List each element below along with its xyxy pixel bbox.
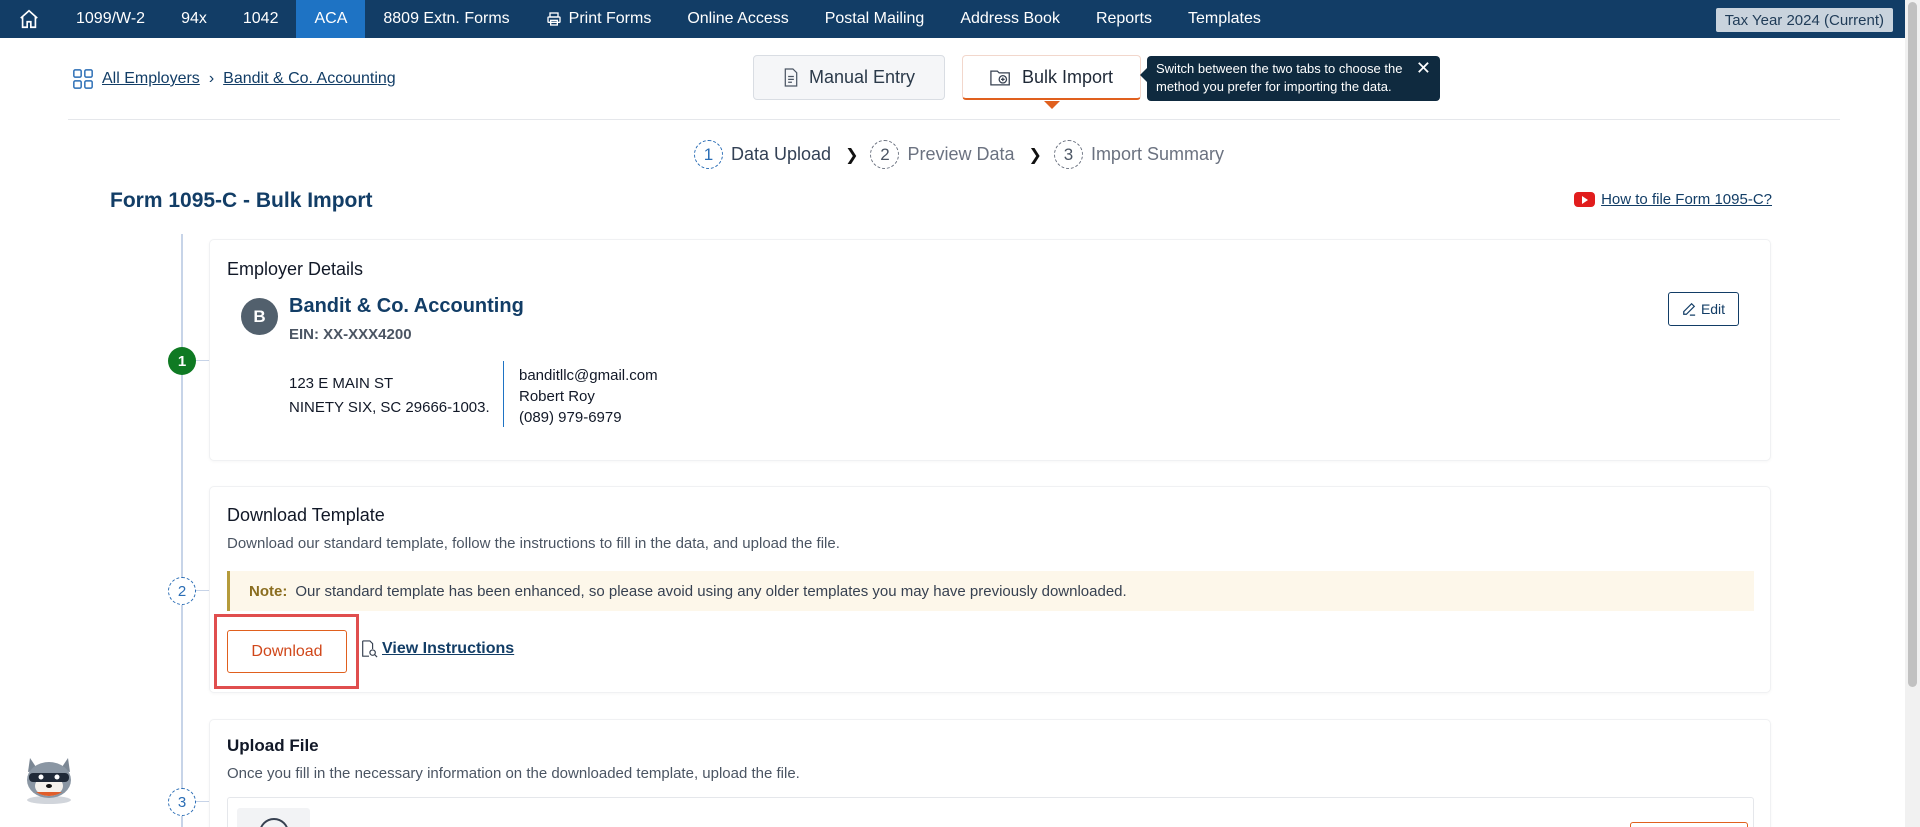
upload-icon [237, 808, 310, 827]
contact-email: banditllc@gmail.com [519, 367, 658, 384]
breadcrumb-employer[interactable]: Bandit & Co. Accounting [223, 70, 396, 88]
upload-file-card: Upload File Once you fill in the necessa… [210, 720, 1770, 827]
nav-address-book[interactable]: Address Book [942, 0, 1078, 38]
youtube-icon [1574, 192, 1596, 207]
employer-details-card: Employer Details B Bandit & Co. Accounti… [210, 240, 1770, 460]
download-button[interactable]: Download [227, 630, 347, 673]
pencil-icon [1682, 302, 1696, 316]
contact-divider [503, 361, 504, 427]
nav-1099-w2[interactable]: 1099/W-2 [58, 0, 163, 38]
step-number: 2 [870, 140, 900, 169]
header-divider [68, 119, 1840, 120]
top-nav-bar: 1099/W-2 94x 1042 ACA 8809 Extn. Forms P… [0, 0, 1905, 38]
browse-button[interactable] [1630, 822, 1748, 827]
template-note: Note: Our standard template has been enh… [227, 571, 1754, 611]
import-stepper: 1 Data Upload ❯ 2 Preview Data ❯ 3 Impor… [694, 140, 1224, 169]
breadcrumb-all-employers[interactable]: All Employers [102, 70, 200, 88]
printer-icon [546, 11, 562, 27]
active-tab-caret [1044, 101, 1060, 109]
note-text: Our standard template has been enhanced,… [295, 582, 1127, 600]
grid-icon [72, 68, 94, 90]
view-instructions-label[interactable]: View Instructions [382, 640, 514, 658]
nav-8809-extn-forms[interactable]: 8809 Extn. Forms [365, 0, 527, 38]
nav-print-forms[interactable]: Print Forms [528, 0, 670, 38]
how-to-file-link[interactable]: How to file Form 1095-C? [1574, 191, 1772, 208]
nav-aca[interactable]: ACA [296, 0, 366, 38]
nav-templates[interactable]: Templates [1170, 0, 1279, 38]
nav-online-access[interactable]: Online Access [669, 0, 806, 38]
step-label: Import Summary [1090, 144, 1224, 164]
nav-postal-mailing[interactable]: Postal Mailing [807, 0, 943, 38]
nav-print-forms-label: Print Forms [568, 10, 652, 27]
employer-ein: EIN: XX-XXX4200 [289, 326, 412, 343]
timeline-step-3: 3 [168, 788, 196, 816]
employer-contact: banditllc@gmail.com Robert Roy (089) 979… [519, 365, 658, 428]
timeline-line [181, 234, 183, 827]
address-line-2: NINETY SIX, SC 29666-1003. [289, 399, 490, 416]
employer-address: 123 E MAIN ST NINETY SIX, SC 29666-1003. [289, 372, 490, 420]
tab-bulk-import-label: Bulk Import [1021, 66, 1114, 87]
upload-file-title: Upload File [227, 736, 319, 755]
note-label: Note: [249, 582, 288, 600]
page-title: Form 1095-C - Bulk Import [110, 189, 373, 212]
nav-1042[interactable]: 1042 [225, 0, 297, 38]
breadcrumb: All Employers › Bandit & Co. Accounting [72, 68, 396, 90]
edit-label: Edit [1700, 301, 1726, 317]
home-icon[interactable] [0, 0, 58, 38]
view-instructions-link[interactable]: View Instructions [360, 640, 514, 658]
assistant-mascot-icon[interactable] [18, 748, 80, 806]
step-import-summary: 3 Import Summary [1053, 140, 1224, 169]
tab-manual-entry-label: Manual Entry [808, 67, 916, 87]
page-scrollbar[interactable] [1905, 0, 1920, 827]
download-template-title: Download Template [227, 505, 385, 525]
employer-name: Bandit & Co. Accounting [289, 295, 524, 317]
timeline-step-2: 2 [168, 577, 196, 605]
step-label: Data Upload [731, 144, 832, 164]
tooltip-text: Switch between the two tabs to choose th… [1156, 61, 1403, 94]
download-template-card: Download Template Download our standard … [210, 487, 1770, 692]
document-icon [783, 68, 799, 87]
chevron-right-icon: › [208, 70, 215, 87]
chevron-right-icon: ❯ [845, 146, 859, 164]
close-icon[interactable]: ✕ [1416, 59, 1431, 77]
upload-file-subtitle: Once you fill in the necessary informati… [227, 765, 800, 782]
step-data-upload: 1 Data Upload [694, 140, 831, 169]
tabs-tooltip: Switch between the two tabs to choose th… [1140, 56, 1440, 101]
folder-upload-icon [990, 68, 1012, 87]
timeline-step-1: 1 [168, 347, 196, 375]
upload-dropzone[interactable] [227, 797, 1754, 827]
step-number: 3 [1053, 140, 1083, 169]
contact-name: Robert Roy [519, 388, 595, 405]
avatar: B [241, 298, 278, 335]
step-label: Preview Data [907, 144, 1015, 164]
scrollbar-thumb[interactable] [1908, 2, 1917, 687]
how-to-file-label[interactable]: How to file Form 1095-C? [1601, 191, 1772, 208]
tab-bulk-import[interactable]: Bulk Import [962, 55, 1141, 100]
tax-year-selector[interactable]: Tax Year 2024 (Current) [1715, 8, 1893, 32]
edit-employer-button[interactable]: Edit [1668, 292, 1739, 326]
nav-94x[interactable]: 94x [163, 0, 225, 38]
document-search-icon [360, 640, 378, 658]
employer-details-title: Employer Details [227, 259, 364, 279]
chevron-right-icon: ❯ [1028, 146, 1042, 164]
download-template-subtitle: Download our standard template, follow t… [227, 535, 840, 552]
step-number: 1 [694, 140, 723, 169]
step-preview-data: 2 Preview Data [870, 140, 1015, 169]
contact-phone: (089) 979-6979 [519, 409, 622, 426]
tab-manual-entry[interactable]: Manual Entry [753, 55, 945, 100]
nav-reports[interactable]: Reports [1078, 0, 1170, 38]
address-line-1: 123 E MAIN ST [289, 375, 394, 392]
